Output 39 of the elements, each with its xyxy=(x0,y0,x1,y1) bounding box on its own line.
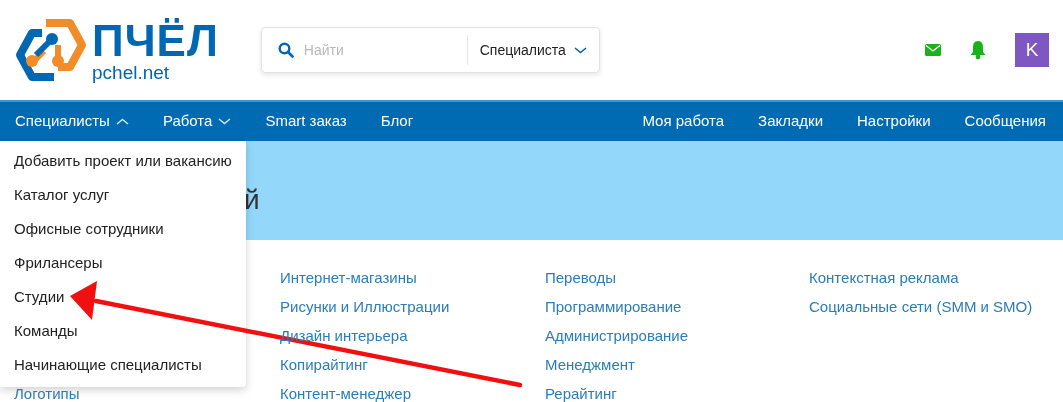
menu-item[interactable]: Фрилансеры xyxy=(0,246,246,280)
site-domain: pchel.net xyxy=(92,62,171,82)
category-link[interactable]: Интернет-магазины xyxy=(280,263,417,292)
category-link[interactable]: Программирование xyxy=(545,292,682,321)
category-link[interactable]: Логотипы xyxy=(14,379,80,402)
category-link[interactable]: Контент-менеджер xyxy=(280,379,411,402)
category-link[interactable]: Администрирование xyxy=(545,321,689,350)
nav-link[interactable]: Настройки xyxy=(840,110,948,133)
nav-link[interactable]: Smart заказ xyxy=(248,110,364,133)
search-icon xyxy=(277,42,294,58)
bell-icon[interactable] xyxy=(969,40,987,60)
category-link[interactable]: Переводы xyxy=(545,263,617,292)
category-link[interactable]: Менеджмент xyxy=(545,350,635,379)
menu-item[interactable]: Команды xyxy=(0,314,246,348)
category-link[interactable]: Рерайтинг xyxy=(545,379,617,402)
nav-link[interactable]: Блог xyxy=(363,110,431,133)
category-link[interactable]: Контекстная реклама xyxy=(809,263,959,292)
menu-item[interactable]: Студии xyxy=(0,280,246,314)
logo-icon xyxy=(14,17,88,83)
category-link[interactable]: Дизайн интерьера xyxy=(280,321,408,350)
chevron-down-icon xyxy=(573,46,587,54)
logo-text: ПЧЁЛ xyxy=(92,18,219,63)
nav-link[interactable]: Закладки xyxy=(741,110,840,133)
mail-icon[interactable] xyxy=(925,44,941,56)
page-heading: й xyxy=(244,184,260,215)
nav-link[interactable]: Моя работа xyxy=(627,110,742,133)
nav-link[interactable]: Работа xyxy=(145,110,249,133)
menu-item[interactable]: Начинающие специалисты xyxy=(0,348,246,382)
nav-link[interactable]: Сообщения xyxy=(947,110,1063,133)
search-field[interactable]: Найти Специалиста xyxy=(260,27,600,73)
search-scope-dropdown[interactable]: Специалиста xyxy=(466,35,587,65)
user-avatar[interactable]: K xyxy=(1015,33,1049,67)
category-link[interactable]: Рисунки и Иллюстрации xyxy=(280,292,450,321)
menu-item[interactable]: Добавить проект или вакансию xyxy=(0,144,246,178)
menu-item[interactable]: Офисные сотрудники xyxy=(0,212,246,246)
category-link[interactable]: Социальные сети (SMM и SMO) xyxy=(809,292,1033,321)
nav-link[interactable]: Специалисты xyxy=(0,110,146,133)
menu-item[interactable]: Каталог услуг xyxy=(0,178,246,212)
category-link[interactable]: Копирайтинг xyxy=(280,350,368,379)
